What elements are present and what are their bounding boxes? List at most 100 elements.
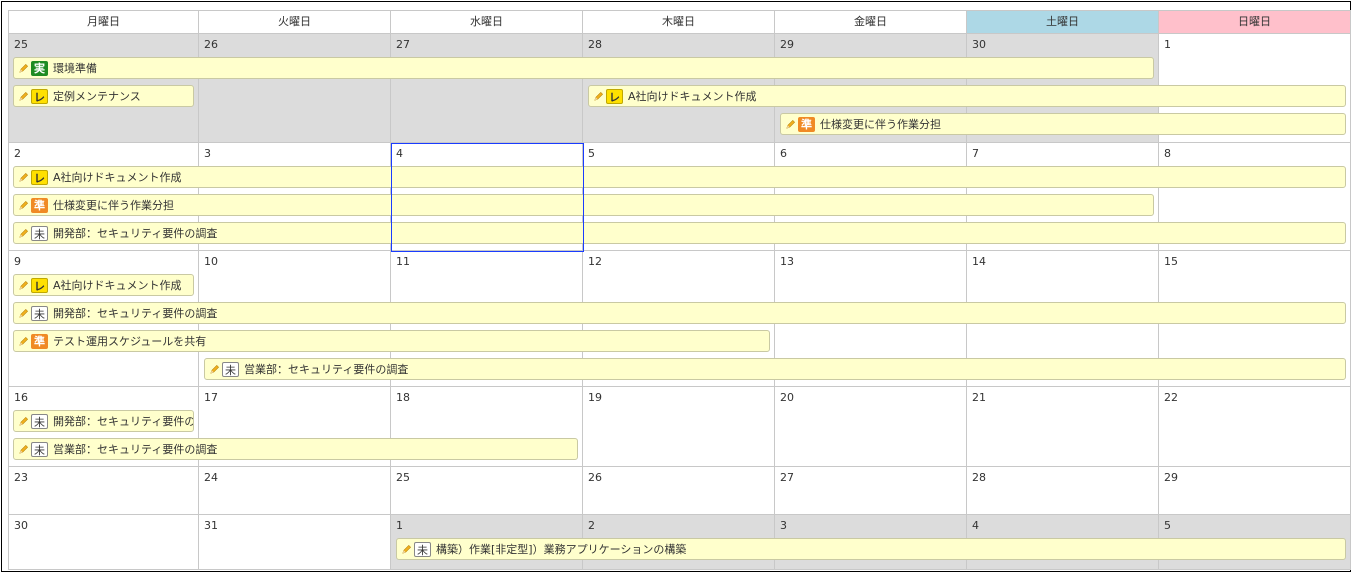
calendar-event[interactable]: 未開発部：セキュリティ要件の調査 [13, 302, 1346, 324]
status-badge: 未 [31, 225, 48, 241]
event-title: テスト運用スケジュールを共有 [53, 335, 207, 348]
month-calendar: 月曜日 火曜日 水曜日 木曜日 金曜日 土曜日 日曜日 25 26 27 28 29 30… [8, 10, 1351, 570]
day-cell[interactable]: 23 [8, 467, 199, 515]
pencil-icon [18, 308, 29, 319]
pencil-icon [401, 544, 412, 555]
day-cell[interactable]: 31 [199, 515, 391, 570]
day-cell[interactable]: 27 [391, 34, 583, 143]
day-number: 5 [1164, 519, 1171, 532]
event-title: 環境準備 [53, 62, 97, 75]
day-number: 18 [396, 391, 410, 404]
pencil-icon [18, 63, 29, 74]
weekday-tuesday: 火曜日 [199, 10, 391, 34]
day-number: 3 [780, 519, 787, 532]
day-number: 20 [780, 391, 794, 404]
calendar-event[interactable]: 未開発部：セキュリティ要件の調 [13, 410, 194, 432]
day-number: 26 [588, 471, 602, 484]
day-number: 19 [588, 391, 602, 404]
event-title: 開発部：セキュリティ要件の調査 [53, 307, 218, 320]
day-number: 27 [396, 38, 410, 51]
day-cell[interactable]: 24 [199, 467, 391, 515]
day-cell[interactable]: 27 [775, 467, 967, 515]
day-number: 29 [1164, 471, 1178, 484]
weekday-saturday: 土曜日 [967, 10, 1159, 34]
event-title: A社向けドキュメント作成 [53, 171, 182, 184]
status-badge: レ [31, 88, 48, 104]
day-cell[interactable]: 22 [1159, 387, 1351, 467]
calendar-event[interactable]: レ A社向けドキュメント作成 [588, 85, 1346, 107]
weekday-sunday: 日曜日 [1159, 10, 1351, 34]
day-cell[interactable]: 19 [583, 387, 775, 467]
day-cell[interactable]: 21 [967, 387, 1159, 467]
calendar-event[interactable]: 未構築）作業[非定型]）業務アプリケーションの構築 [396, 538, 1346, 560]
event-title: 仕様変更に伴う作業分担 [53, 199, 174, 212]
day-cell[interactable]: 28 [967, 467, 1159, 515]
day-number: 29 [780, 38, 794, 51]
status-badge: 未 [222, 361, 239, 377]
day-number: 16 [14, 391, 28, 404]
pencil-icon [18, 444, 29, 455]
pencil-icon [18, 200, 29, 211]
day-cell[interactable]: 29 [1159, 467, 1351, 515]
pencil-icon [18, 336, 29, 347]
status-badge: レ [606, 88, 623, 104]
status-badge: 未 [31, 441, 48, 457]
pencil-icon [785, 119, 796, 130]
status-badge: 実 [31, 60, 48, 76]
pencil-icon [209, 364, 220, 375]
status-badge: 未 [31, 305, 48, 321]
calendar-event[interactable]: 準テスト運用スケジュールを共有 [13, 330, 770, 352]
event-title: 定例メンテナンス [53, 90, 141, 103]
day-cell[interactable]: 25 [391, 467, 583, 515]
day-number: 4 [972, 519, 979, 532]
calendar-event[interactable]: 準仕様変更に伴う作業分担 [780, 113, 1346, 135]
day-number: 2 [14, 147, 21, 160]
calendar-event[interactable]: 実環境準備 [13, 57, 1154, 79]
event-title: 仕様変更に伴う作業分担 [820, 118, 941, 131]
pencil-icon [593, 91, 604, 102]
event-title: 構築）作業[非定型]）業務アプリケーションの構築 [436, 543, 687, 556]
status-badge: レ [31, 169, 48, 185]
day-cell[interactable]: 26 [199, 34, 391, 143]
event-title: 営業部：セキュリティ要件の調査 [53, 443, 218, 456]
calendar-event[interactable]: レ A社向けドキュメント作成 [13, 166, 1346, 188]
day-number: 11 [396, 255, 410, 268]
day-number: 30 [972, 38, 986, 51]
day-number: 8 [1164, 147, 1171, 160]
day-number: 7 [972, 147, 979, 160]
pencil-icon [18, 172, 29, 183]
calendar-event[interactable]: レ定例メンテナンス [13, 85, 194, 107]
day-number: 23 [14, 471, 28, 484]
day-cell[interactable]: 26 [583, 467, 775, 515]
day-number: 12 [588, 255, 602, 268]
day-number: 28 [588, 38, 602, 51]
day-number: 26 [204, 38, 218, 51]
calendar-event[interactable]: レ A社向けドキュメント作成 [13, 274, 194, 296]
day-number: 1 [396, 519, 403, 532]
day-number: 6 [780, 147, 787, 160]
status-badge: 未 [31, 413, 48, 429]
event-title: A社向けドキュメント作成 [628, 90, 757, 103]
calendar-event[interactable]: 準仕様変更に伴う作業分担 [13, 194, 1154, 216]
day-number: 2 [588, 519, 595, 532]
calendar-event[interactable]: 未営業部：セキュリティ要件の調査 [204, 358, 1346, 380]
status-badge: 準 [31, 197, 48, 213]
day-number: 10 [204, 255, 218, 268]
status-badge: 準 [31, 333, 48, 349]
day-number: 13 [780, 255, 794, 268]
calendar-frame: 月曜日 火曜日 水曜日 木曜日 金曜日 土曜日 日曜日 25 26 27 28 29 30… [1, 1, 1351, 572]
calendar-event[interactable]: 未営業部：セキュリティ要件の調査 [13, 438, 578, 460]
weekday-friday: 金曜日 [775, 10, 967, 34]
day-number: 30 [14, 519, 28, 532]
event-title: 開発部：セキュリティ要件の調査 [53, 227, 218, 240]
day-number: 22 [1164, 391, 1178, 404]
day-number: 15 [1164, 255, 1178, 268]
day-cell[interactable]: 20 [775, 387, 967, 467]
day-number: 1 [1164, 38, 1171, 51]
pencil-icon [18, 416, 29, 427]
day-number: 5 [588, 147, 595, 160]
calendar-event[interactable]: 未開発部：セキュリティ要件の調査 [13, 222, 1346, 244]
day-cell[interactable]: 30 [8, 515, 199, 570]
day-number: 27 [780, 471, 794, 484]
event-title: 営業部：セキュリティ要件の調査 [244, 363, 409, 376]
